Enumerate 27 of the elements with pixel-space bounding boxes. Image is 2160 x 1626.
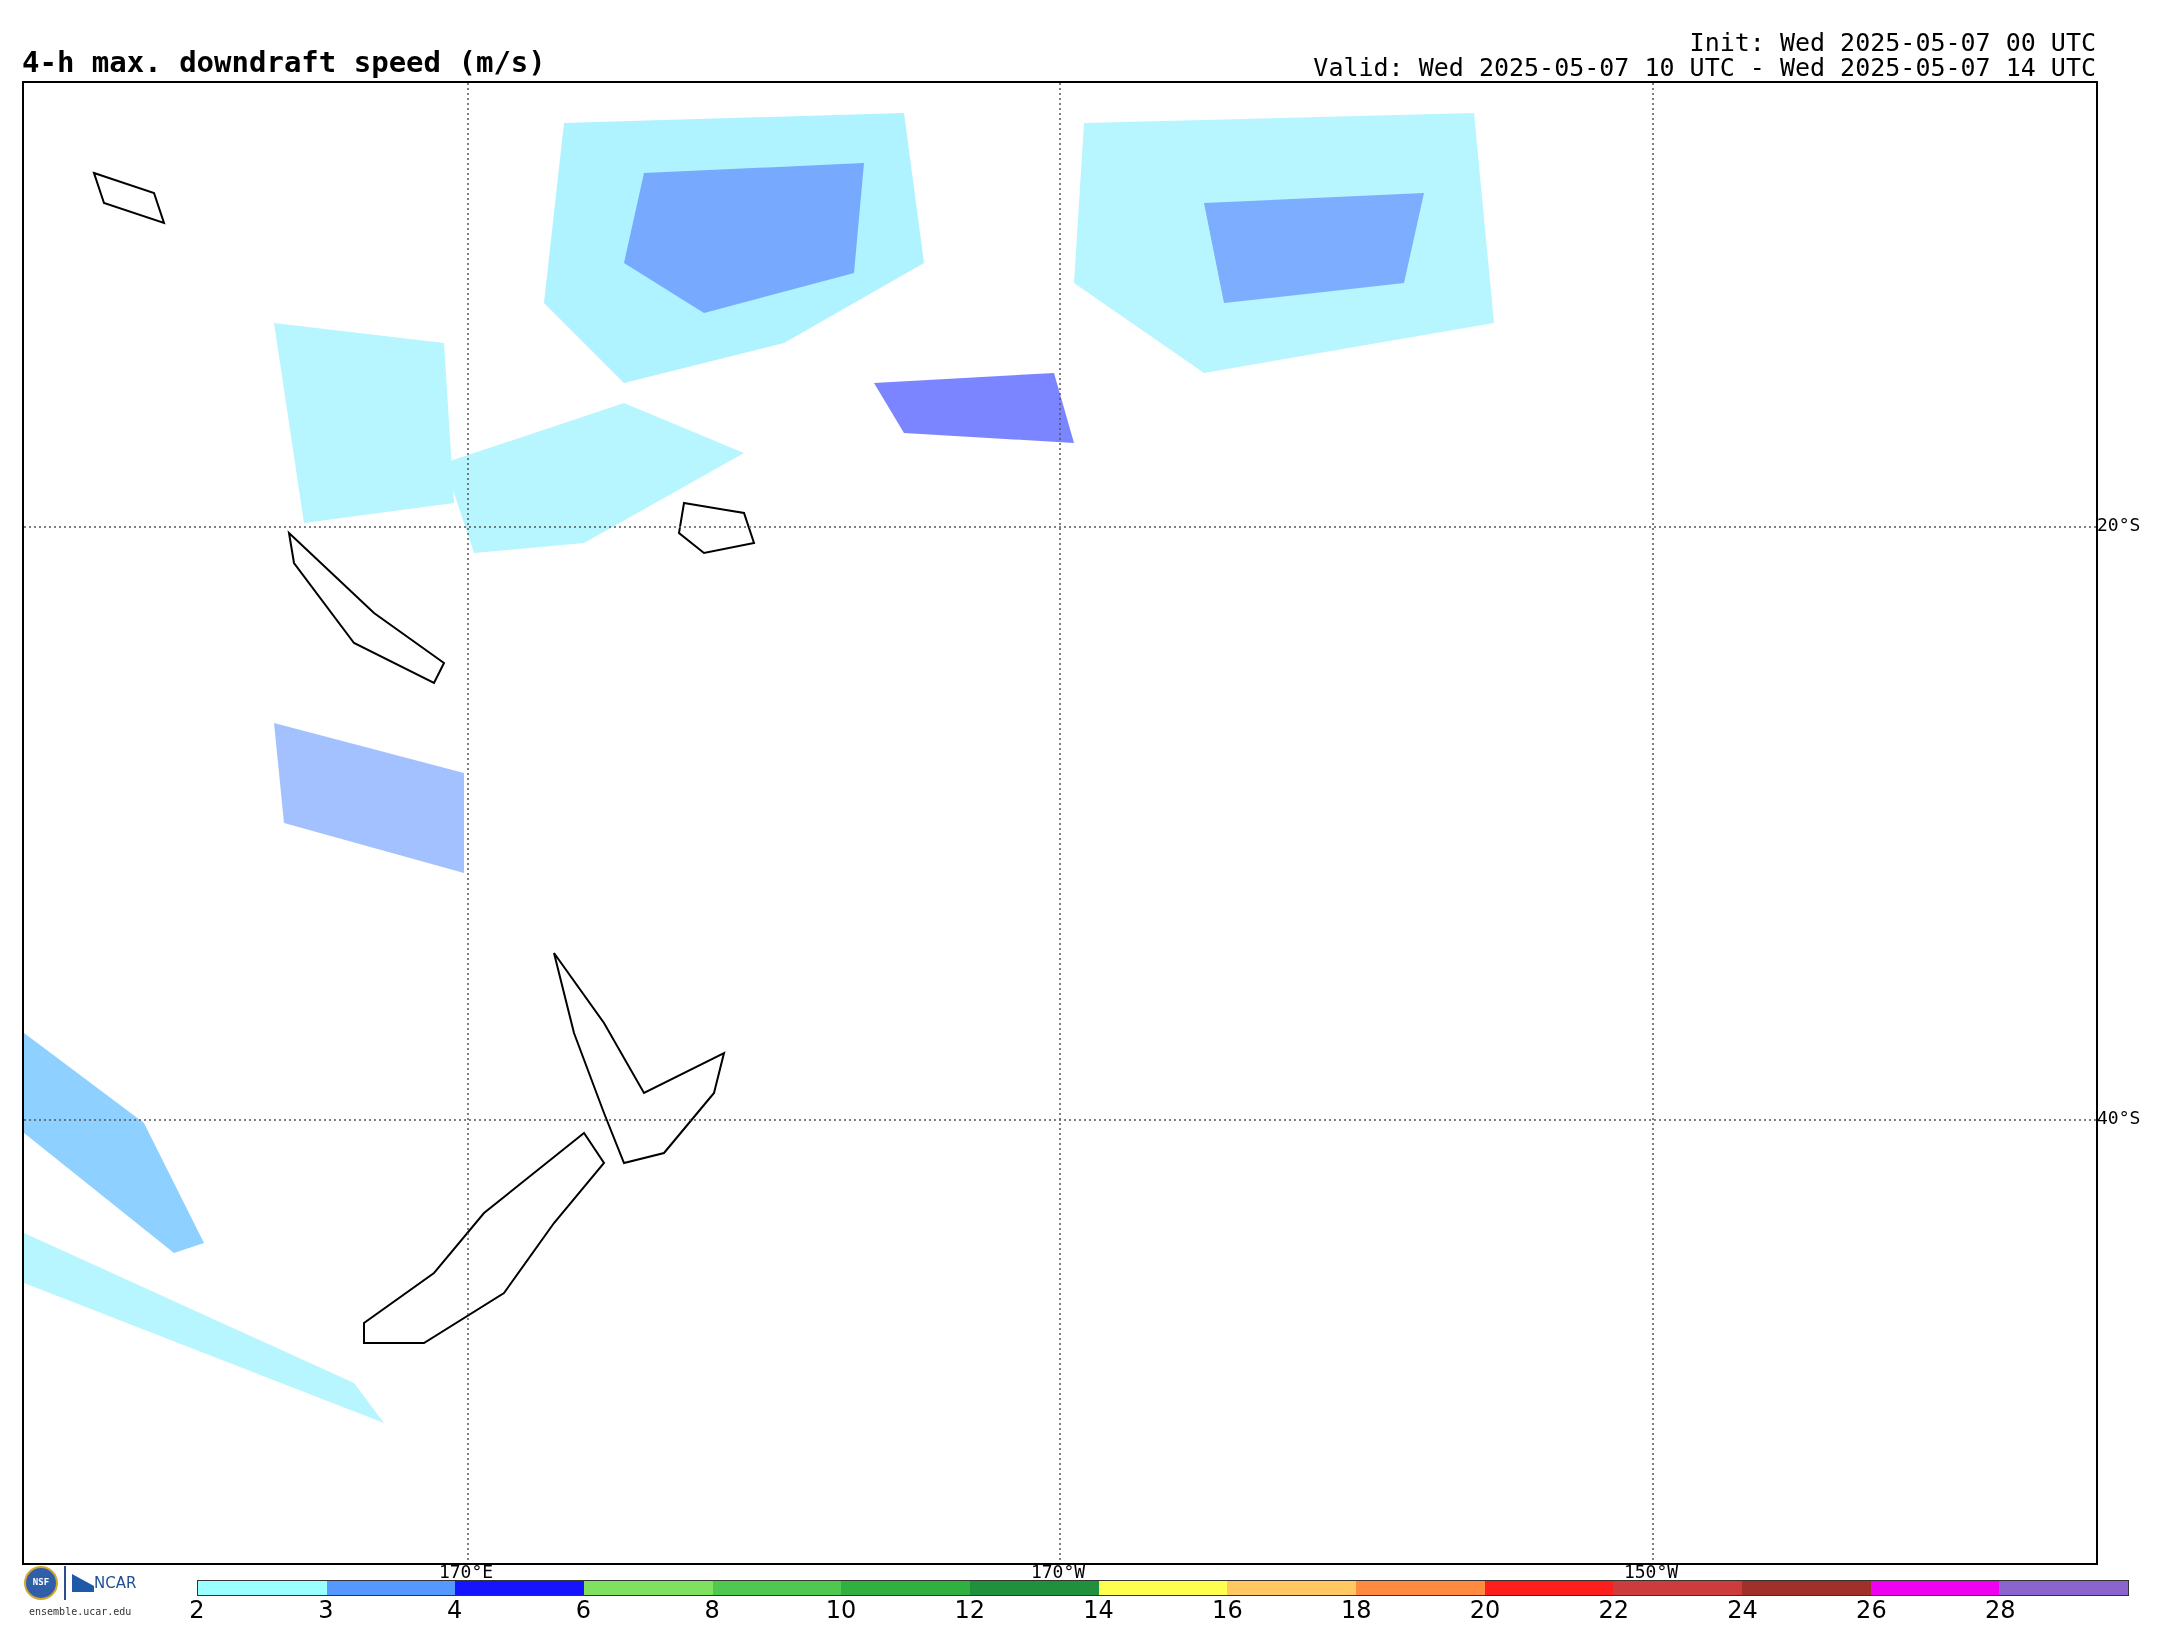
colorbar-tick-label: 22	[1598, 1596, 1630, 1624]
latitude-label: 20°S	[2097, 516, 2141, 534]
colorbar-tick-label: 18	[1340, 1596, 1372, 1624]
colorbar-tick-label: 16	[1212, 1596, 1243, 1624]
colorbar-tick-label: 12	[954, 1596, 986, 1624]
latitude-label: 40°S	[2097, 1109, 2141, 1127]
colorbar-tick-label: 26	[1856, 1596, 1887, 1624]
colorbar-tick-label: 4	[446, 1596, 463, 1624]
colorbar-tick-label: 28	[1984, 1596, 2016, 1624]
longitude-label: 170°E	[438, 1563, 494, 1581]
chart-title: 4-h max. downdraft speed (m/s)	[22, 48, 546, 77]
colorbar-tick-label: 10	[825, 1596, 857, 1624]
sail-icon	[72, 1574, 94, 1592]
colorbar-tick-label: 14	[1083, 1596, 1114, 1624]
colorbar-tick-label: 20	[1469, 1596, 1501, 1624]
colorbar-tick-label: 3	[318, 1596, 334, 1624]
longitude-label: 170°W	[1030, 1563, 1086, 1581]
colorbar-tick-label: 2	[189, 1596, 205, 1624]
longitude-label: 150°W	[1623, 1563, 1679, 1581]
website-label: ensemble.ucar.edu	[29, 1605, 132, 1619]
valid-time: Valid: Wed 2025-05-07 10 UTC - Wed 2025-05-07 14 UTC	[1313, 55, 2096, 80]
colorbar-tick-label: 24	[1727, 1596, 1758, 1624]
nsf-logo: NSF	[24, 1566, 58, 1600]
ncar-label: NCAR	[94, 1572, 137, 1594]
init-time: Init: Wed 2025-05-07 00 UTC	[1689, 30, 2096, 55]
colorbar-tick-label: 6	[575, 1596, 592, 1624]
colorbar-tick-label: 8	[704, 1596, 720, 1624]
